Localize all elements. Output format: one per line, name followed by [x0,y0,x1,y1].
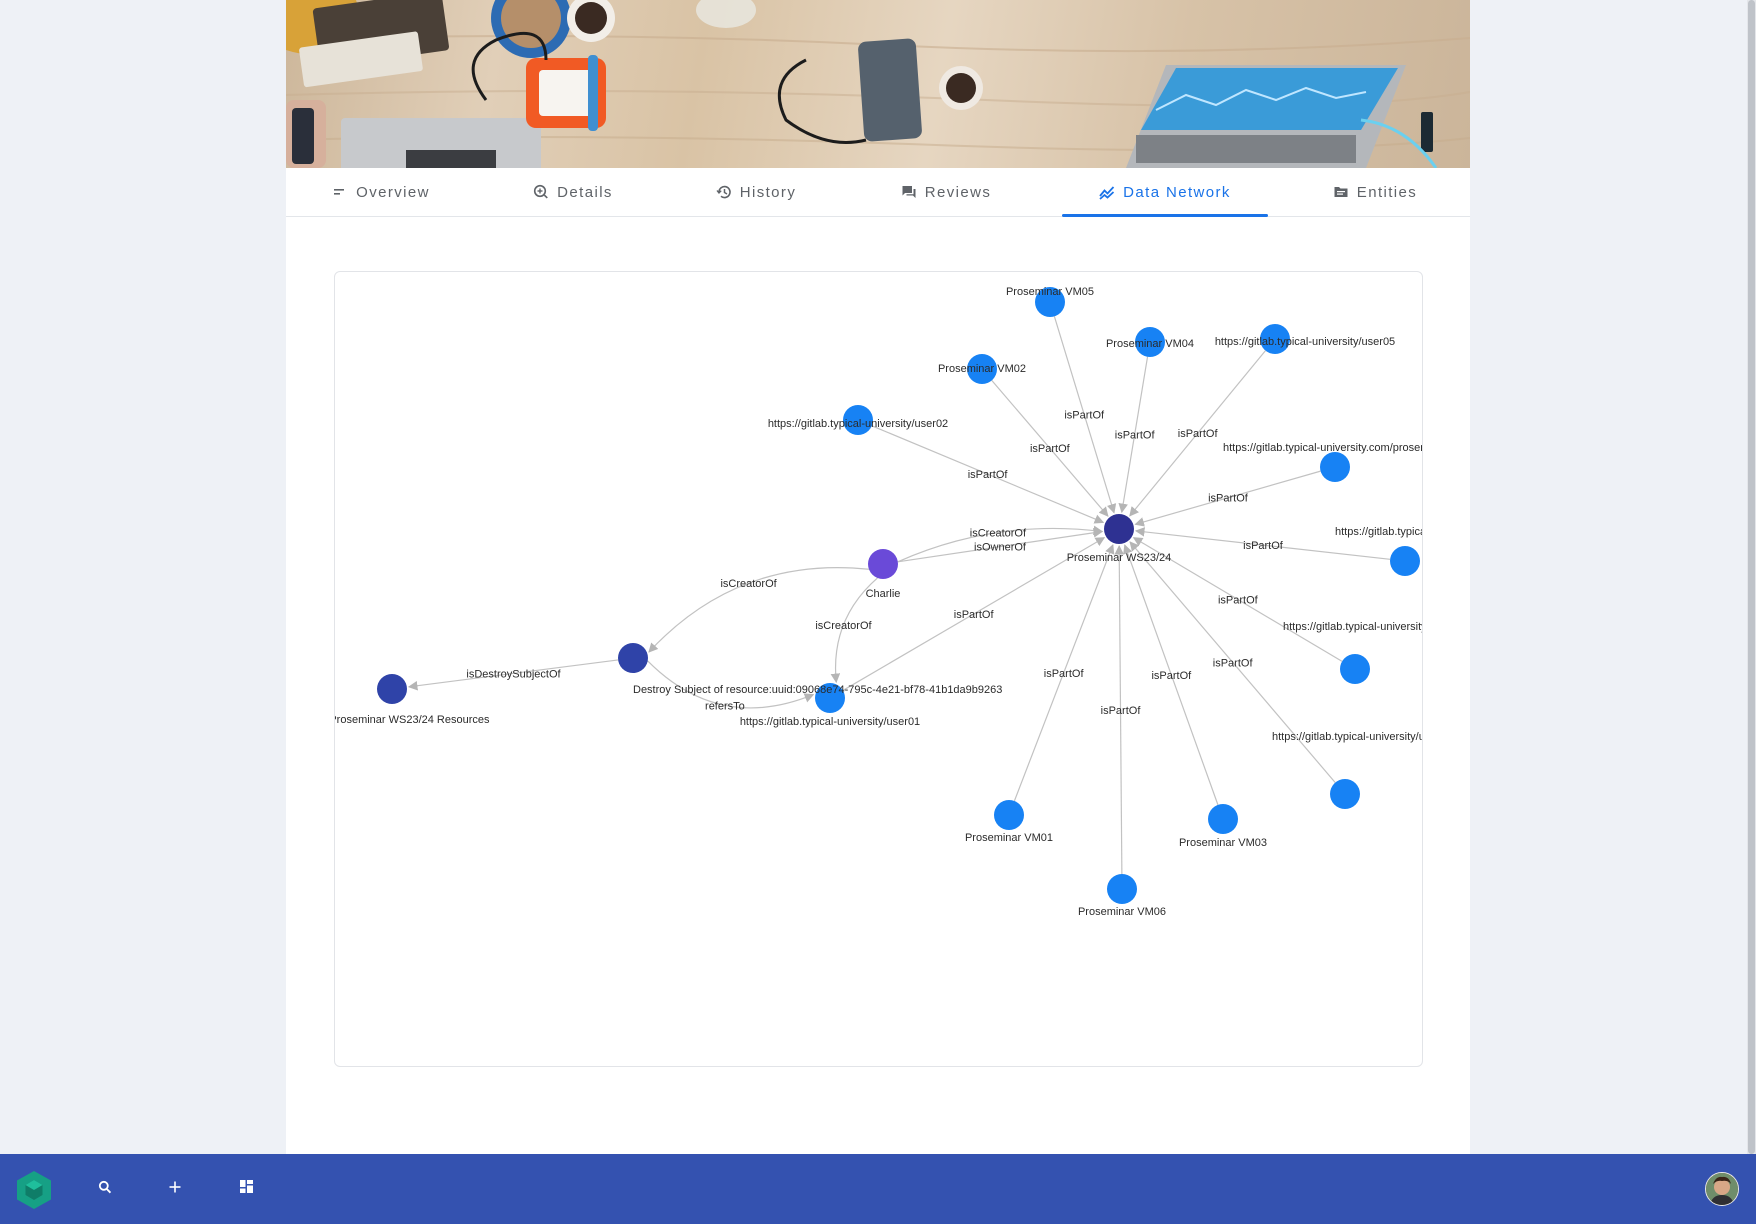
banner-image [286,0,1470,168]
edge-label: isPartOf [1208,493,1249,505]
tab-label: Reviews [924,183,992,201]
history-icon [716,184,732,200]
graph-node-charlie[interactable] [868,549,898,579]
node-label: https://gitlab.typical-university/user [1272,731,1422,743]
node-label: https://gitlab.typical-university/us [1283,621,1422,633]
graph-node-prosem[interactable] [1320,452,1350,482]
node-label: Proseminar VM04 [1106,338,1194,350]
user-avatar[interactable] [1705,1172,1739,1206]
edge-label: isCreatorOf [720,578,777,590]
subject-icon [332,184,348,200]
tab-details[interactable]: Details [493,168,653,216]
graph-node-typica[interactable] [1390,546,1420,576]
page-scrollbar-thumb[interactable] [1748,0,1755,1154]
node-label: Proseminar VM01 [965,832,1053,844]
edge-label: isPartOf [1218,595,1259,607]
edge-label: isOwnerOf [974,542,1027,554]
graph-line-icon [1099,184,1115,200]
comments-icon [901,184,917,200]
node-label: Delete Proseminar WS23/24 Resources [335,714,490,726]
graph-node-userA[interactable] [1340,654,1370,684]
tab-label: Data Network [1123,183,1231,201]
node-label: Proseminar VM03 [1179,837,1267,849]
edge-label: isPartOf [1151,670,1192,682]
edge-label: isPartOf [954,609,995,621]
tab-reviews[interactable]: Reviews [866,168,1026,216]
edge-label: isPartOf [1243,540,1284,552]
node-label: Destroy Subject of resource:uuid:09068e7… [633,684,1002,696]
edge-label: isPartOf [1101,705,1142,717]
tab-label: Entities [1356,183,1418,201]
tab-label: Overview [356,183,430,201]
search-button[interactable] [89,1173,121,1205]
edge-label: isPartOf [1115,430,1156,442]
tab-entities[interactable]: Entities [1286,168,1464,216]
edge-label: isPartOf [1030,443,1071,455]
tab-overview[interactable]: Overview [301,168,461,216]
graph-node-delete[interactable] [377,674,407,704]
node-label: https://gitlab.typical-university.com/pr… [1223,442,1422,454]
app-logo[interactable] [14,1170,54,1210]
edge-label: isCreatorOf [815,620,872,632]
edge-label: isPartOf [1213,657,1254,669]
edge-label: isDestroySubjectOf [466,668,561,680]
data-network-graph[interactable]: isPartOf isPartOf isPartOf isPartOf isPartOf… [334,271,1423,1067]
node-label: https://gitlab.typical-university/user02 [768,418,948,430]
bottom-app-bar [0,1154,1756,1224]
banner-illustration [286,0,1470,168]
graph-node-vm03[interactable] [1208,804,1238,834]
dashboard-icon [239,1180,253,1198]
graph-node-vm06[interactable] [1107,874,1137,904]
node-label: https://gitlab.typica [1335,526,1422,538]
tab-data-network[interactable]: Data Network [1062,168,1268,217]
edge-label: isPartOf [1044,668,1085,680]
search-icon [98,1180,112,1199]
node-label: Proseminar WS23/24 [1067,552,1172,564]
folder-icon [1333,184,1349,200]
edge-label: isPartOf [1064,410,1105,422]
node-label: https://gitlab.typical-university/user01 [740,716,920,728]
graph-node-destroy[interactable] [618,643,648,673]
node-label: https://gitlab.typical-university/user05 [1215,336,1395,348]
node-label: Proseminar VM02 [938,363,1026,375]
graph-node-ws[interactable] [1104,514,1134,544]
active-tab-indicator [1062,214,1268,217]
edge-label: isPartOf [1178,428,1219,440]
edge-label: isPartOf [968,469,1009,481]
dashboard-button[interactable] [230,1173,262,1205]
search-plus-icon [533,184,549,200]
node-label: Proseminar VM05 [1006,286,1094,298]
add-icon [169,1180,181,1198]
node-label: Proseminar VM06 [1078,906,1166,918]
tab-history[interactable]: History [676,168,836,216]
node-label: Charlie [866,588,901,600]
graph-node-vm01[interactable] [994,800,1024,830]
tab-bar: Overview Details History Reviews Data Ne… [286,168,1470,217]
tab-label: History [739,183,797,201]
edge-label: isCreatorOf [970,527,1027,539]
graph-node-userB[interactable] [1330,779,1360,809]
graph-canvas[interactable]: isPartOf isPartOf isPartOf isPartOf isPartOf… [335,272,1422,1066]
add-button[interactable] [159,1173,191,1205]
tab-label: Details [557,183,613,201]
edge-label: refersTo [705,700,745,712]
